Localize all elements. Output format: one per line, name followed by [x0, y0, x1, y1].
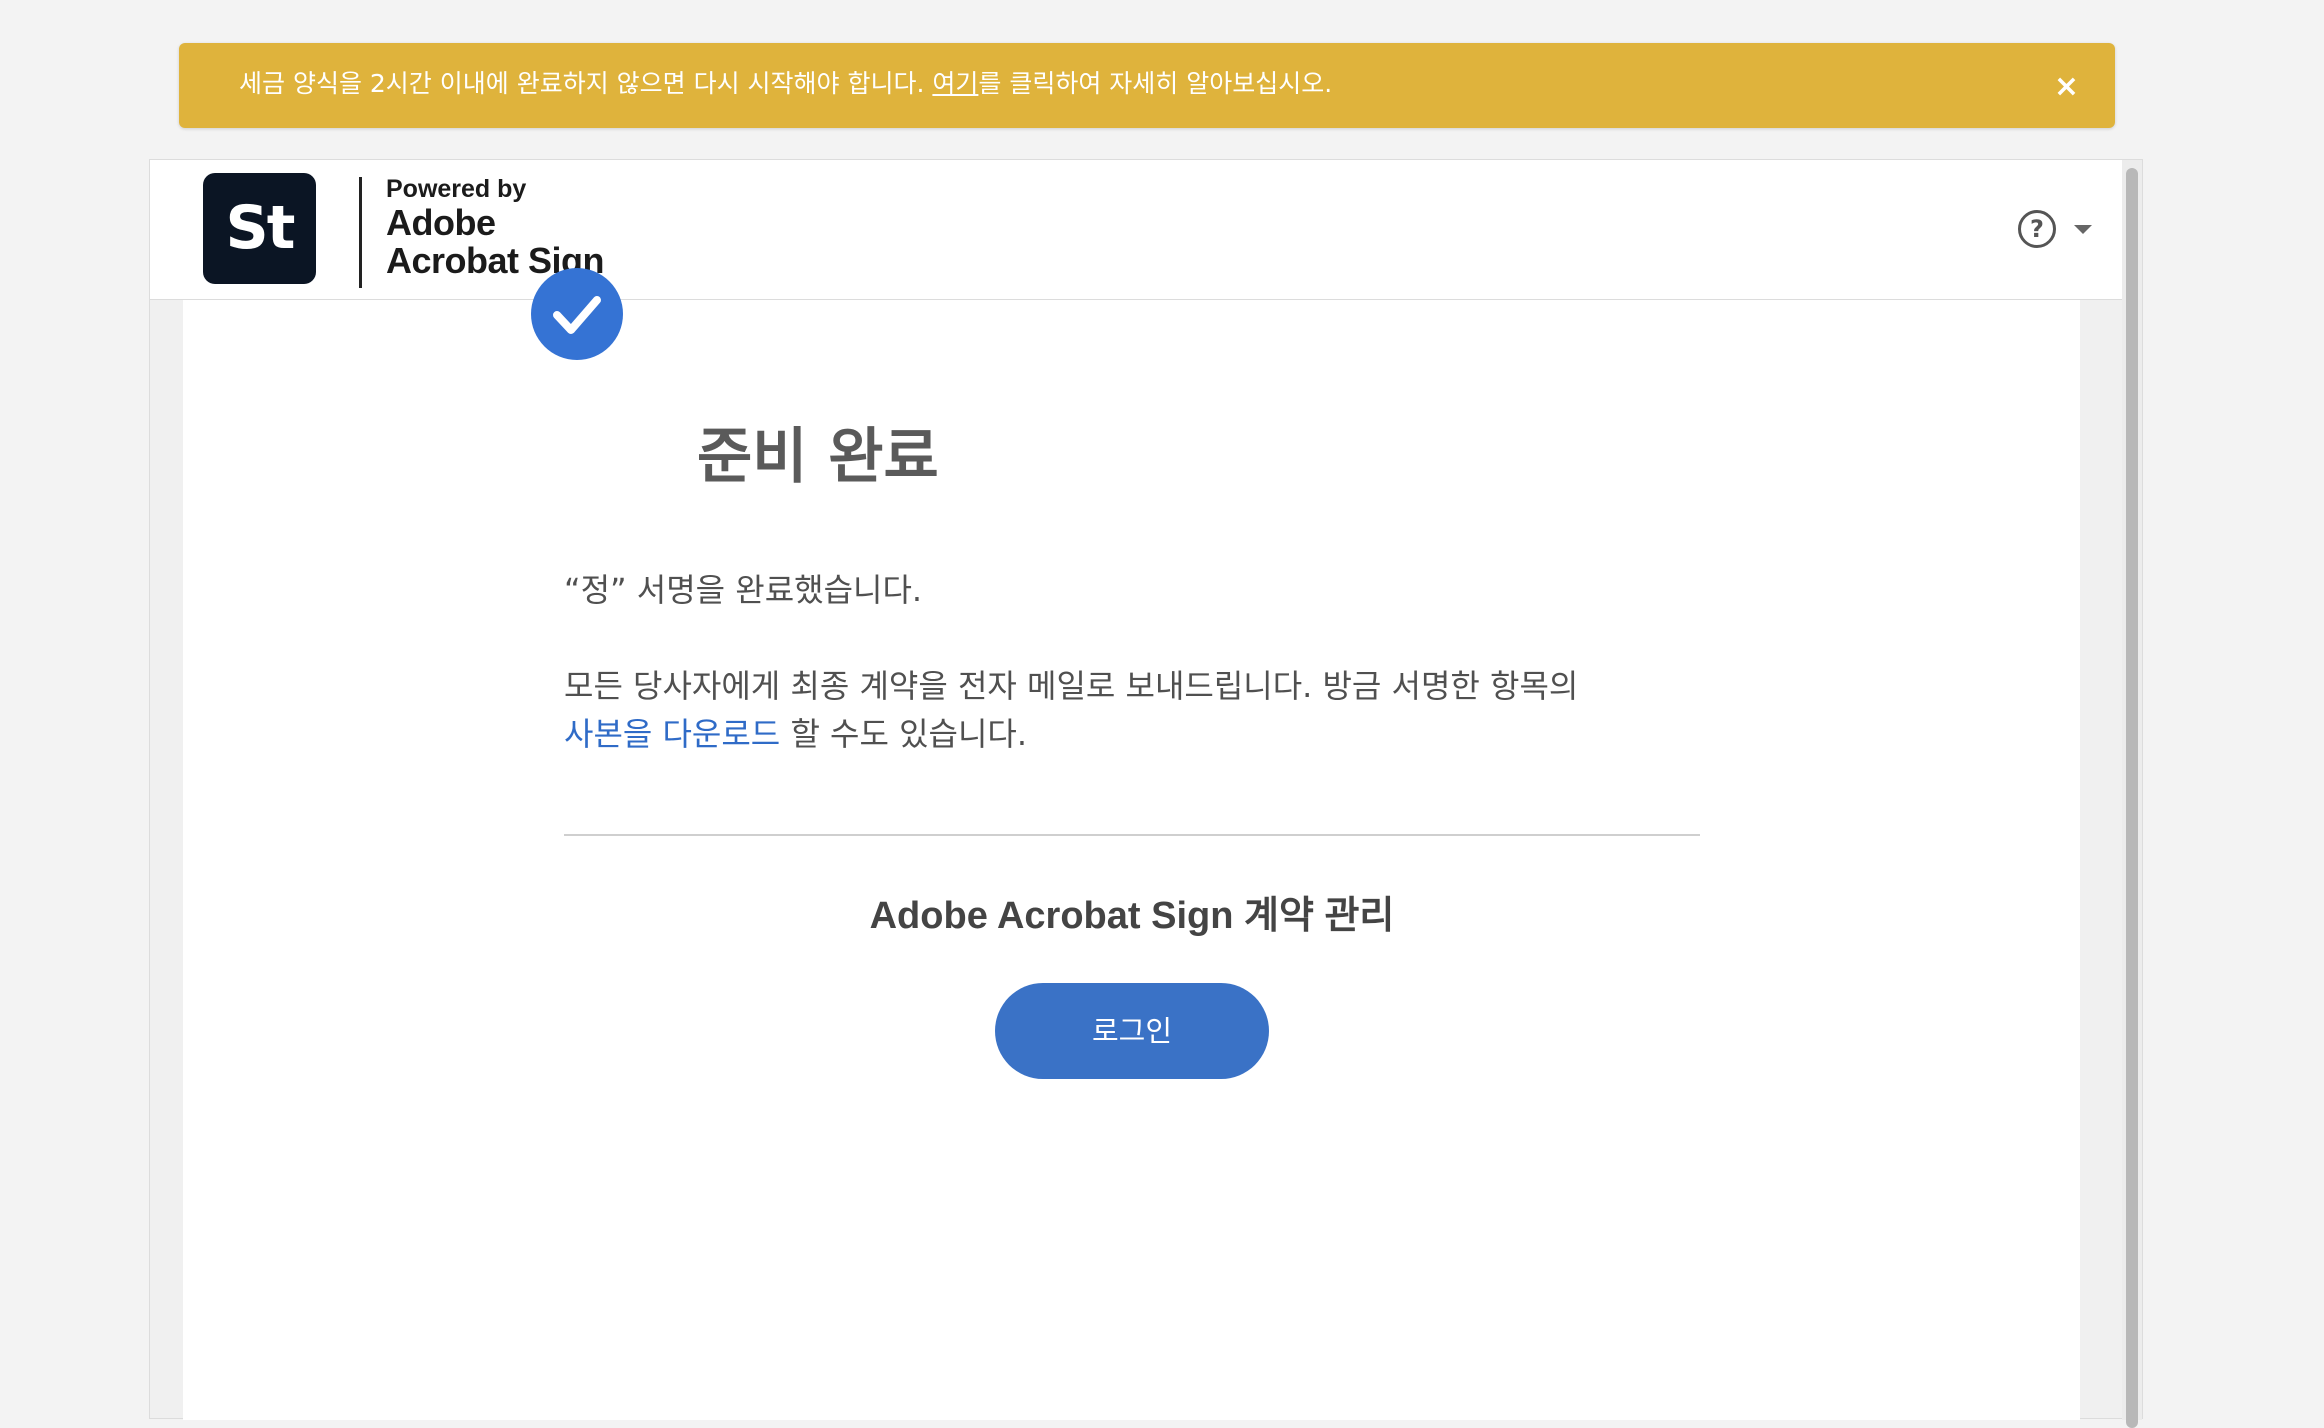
session-warning-banner: 세금 양식을 2시간 이내에 완료하지 않으면 다시 시작해야 합니다. 여기를…: [179, 43, 2115, 128]
completion-panel: [183, 300, 2080, 1420]
manage-agreements-heading: Adobe Acrobat Sign 계약 관리: [869, 895, 1395, 937]
powered-by-brand: Powered by Adobe Acrobat Sign: [386, 174, 605, 280]
info-text-end: 할 수도 있습니다.: [780, 715, 1028, 753]
scrollbar[interactable]: [2122, 160, 2142, 1428]
banner-text-start: 세금 양식을 2시간 이내에 완료하지 않으면 다시 시작해야 합니다.: [239, 69, 933, 98]
info-text-start: 모든 당사자에게 최종 계약을 전자 메일로 보내드립니다. 방금 서명한 항목…: [564, 667, 1579, 705]
divider: [564, 834, 1700, 836]
checkmark-icon: [531, 268, 623, 360]
signed-confirmation-text: “정” 서명을 완료했습니다.: [564, 571, 923, 609]
scrollbar-thumb[interactable]: [2126, 168, 2138, 1428]
login-button[interactable]: 로그인: [995, 983, 1269, 1079]
page-title: 준비 완료: [697, 422, 939, 492]
powered-by-label: Powered by: [386, 175, 527, 203]
logo-divider: [359, 177, 362, 288]
signing-frame: St Powered by Adobe Acrobat Sign ?: [149, 159, 2143, 1428]
download-copy-link[interactable]: 사본을 다운로드: [564, 715, 780, 753]
banner-learn-more-link[interactable]: 여기: [932, 69, 978, 98]
chevron-down-icon[interactable]: [2074, 225, 2092, 234]
help-icon[interactable]: ?: [2018, 210, 2056, 248]
info-paragraph: 모든 당사자에게 최종 계약을 전자 메일로 보내드립니다. 방금 서명한 항목…: [564, 662, 1714, 758]
banner-close-icon[interactable]: ×: [2054, 43, 2079, 131]
banner-text-end: 를 클릭하여 자세히 알아보십시오.: [978, 69, 1333, 98]
brand-name-line1: Adobe: [386, 202, 496, 243]
adobe-sign-logo-icon: St: [203, 173, 316, 284]
header-bar: St Powered by Adobe Acrobat Sign ?: [150, 160, 2122, 300]
